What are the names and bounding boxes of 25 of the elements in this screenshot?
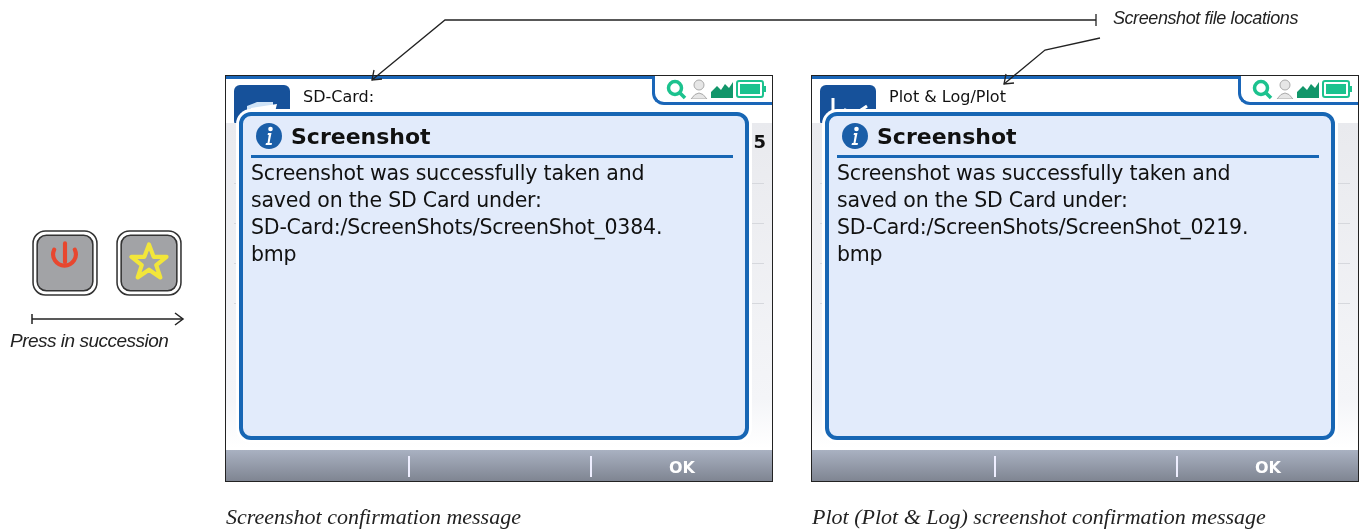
search-icon [1251,78,1273,100]
info-icon [841,122,869,150]
ok-softkey[interactable]: OK [669,456,695,477]
dialog-message: Screenshot was successfully taken and saved on the SD Card under: SD-Card:/ScreenShots/ScreenShot_0219. bmp [836,160,1250,268]
screen-title: SD-Card: [303,87,375,106]
signal-icon [1297,80,1319,98]
battery-icon [1322,80,1352,98]
ok-softkey[interactable]: OK [1255,456,1281,477]
background-text: 5 [753,131,766,152]
user-icon [690,79,708,99]
power-key-icon [32,230,98,296]
signal-icon [711,80,733,98]
dialog-title: Screenshot [291,123,431,149]
battery-icon [736,80,766,98]
dialog-message: Screenshot was successfully taken and saved on the SD Card under: SD-Card:/ScreenShots/ScreenShot_0384. bmp [250,160,664,268]
instruction-caption: Press in succession [10,330,170,352]
figure-caption: Screenshot confirmation message [226,504,522,530]
user-icon [1276,79,1294,99]
screen-title: Plot & Log/Plot [889,87,1006,106]
dialog-title: Screenshot [877,123,1017,149]
info-icon [255,122,283,150]
star-key-icon [116,230,182,296]
search-icon [665,78,687,100]
figure-caption: Plot (Plot & Log) screenshot confirmation message [812,504,1266,530]
annotation-label: Screenshot file locations [1112,8,1298,29]
